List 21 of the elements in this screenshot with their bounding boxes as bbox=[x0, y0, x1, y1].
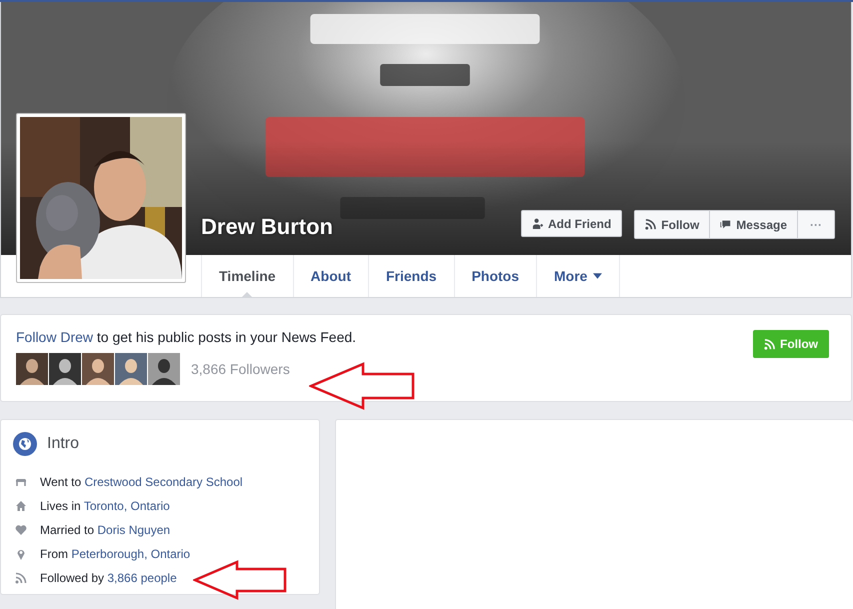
follow-prompt: Follow Drew to get his public posts in your News Feed. bbox=[16, 329, 356, 345]
intro-link[interactable]: Toronto, Ontario bbox=[84, 499, 170, 513]
globe-icon bbox=[13, 432, 37, 456]
intro-detail: Went to Crestwood Secondary School bbox=[40, 475, 243, 489]
intro-detail: Married to Doris Nguyen bbox=[40, 523, 170, 537]
intro-link[interactable]: Doris Nguyen bbox=[97, 523, 170, 537]
heart-icon bbox=[15, 524, 27, 536]
location-pin-icon bbox=[15, 548, 27, 560]
nav-tab[interactable]: More bbox=[536, 255, 620, 297]
house-icon bbox=[15, 500, 27, 512]
intro-link[interactable]: 3,866 people bbox=[107, 571, 177, 585]
rss-icon bbox=[764, 338, 775, 350]
intro-detail: Lives in Toronto, Ontario bbox=[40, 499, 170, 513]
school-icon bbox=[15, 476, 27, 488]
intro-detail: Followed by 3,866 people bbox=[40, 571, 177, 585]
intro-title: Intro bbox=[47, 435, 80, 453]
intro-link[interactable]: Crestwood Secondary School bbox=[84, 475, 243, 489]
intro-detail: From Peterborough, Ontario bbox=[40, 547, 190, 561]
follow-link[interactable]: Follow Drew bbox=[16, 329, 94, 345]
intro-link[interactable]: Peterborough, Ontario bbox=[71, 547, 190, 561]
rss-icon bbox=[15, 572, 27, 584]
